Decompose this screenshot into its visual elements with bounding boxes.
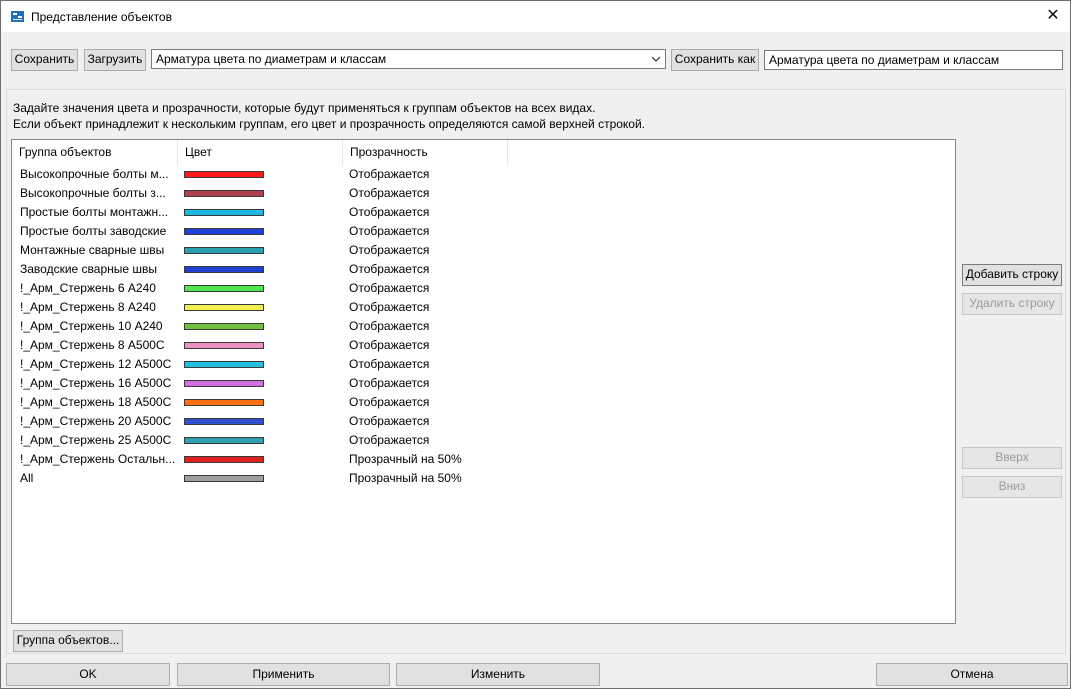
- row-group-name[interactable]: !_Арм_Стержень 18 А500С: [20, 393, 175, 412]
- row-transparency[interactable]: Отображается: [349, 374, 429, 393]
- table-row[interactable]: All Прозрачный на 50%: [12, 469, 955, 488]
- row-transparency[interactable]: Отображается: [349, 222, 429, 241]
- row-group-name[interactable]: Простые болты монтажн...: [20, 203, 175, 222]
- row-color-swatch[interactable]: [184, 418, 264, 425]
- move-up-button[interactable]: Вверх: [962, 447, 1062, 469]
- row-group-name[interactable]: Монтажные сварные швы: [20, 241, 175, 260]
- row-group-name[interactable]: Высокопрочные болты м...: [20, 165, 175, 184]
- header-color[interactable]: Цвет: [178, 140, 343, 165]
- row-color-swatch[interactable]: [184, 285, 264, 292]
- header-transparency[interactable]: Прозрачность: [343, 140, 508, 165]
- delete-row-button[interactable]: Удалить строку: [962, 293, 1062, 315]
- chevron-down-icon[interactable]: [649, 50, 663, 68]
- ok-button[interactable]: OK: [6, 663, 170, 686]
- header-group[interactable]: Группа объектов: [12, 140, 178, 165]
- table-row[interactable]: Высокопрочные болты м... Отображается: [12, 165, 955, 184]
- app-icon: [11, 11, 24, 22]
- table-header: Группа объектов Цвет Прозрачность: [12, 140, 955, 165]
- table-row[interactable]: Заводские сварные швы Отображается: [12, 260, 955, 279]
- row-group-name[interactable]: !_Арм_Стержень Остальн...: [20, 450, 175, 469]
- row-color-swatch[interactable]: [184, 209, 264, 216]
- save-button[interactable]: Сохранить: [11, 49, 78, 71]
- row-color-swatch[interactable]: [184, 304, 264, 311]
- row-color-swatch[interactable]: [184, 171, 264, 178]
- window-title: Представление объектов: [31, 10, 172, 24]
- row-group-name[interactable]: Простые болты заводские: [20, 222, 175, 241]
- row-transparency[interactable]: Отображается: [349, 203, 429, 222]
- table-row[interactable]: !_Арм_Стержень 16 А500С Отображается: [12, 374, 955, 393]
- row-group-name[interactable]: !_Арм_Стержень 10 А240: [20, 317, 175, 336]
- row-color-swatch[interactable]: [184, 380, 264, 387]
- row-group-name[interactable]: All: [20, 469, 175, 488]
- table-row[interactable]: Монтажные сварные швы Отображается: [12, 241, 955, 260]
- row-transparency[interactable]: Отображается: [349, 412, 429, 431]
- row-group-name[interactable]: !_Арм_Стержень 8 А500С: [20, 336, 175, 355]
- save-as-button[interactable]: Сохранить как: [671, 49, 759, 71]
- table-row[interactable]: !_Арм_Стержень 25 А500С Отображается: [12, 431, 955, 450]
- object-groups-table[interactable]: Группа объектов Цвет Прозрачность Высоко…: [11, 139, 956, 624]
- row-color-swatch[interactable]: [184, 399, 264, 406]
- row-transparency[interactable]: Прозрачный на 50%: [349, 469, 462, 488]
- row-transparency[interactable]: Отображается: [349, 184, 429, 203]
- row-transparency[interactable]: Отображается: [349, 393, 429, 412]
- add-row-button[interactable]: Добавить строку: [962, 264, 1062, 286]
- table-row[interactable]: !_Арм_Стержень 8 А240 Отображается: [12, 298, 955, 317]
- row-group-name[interactable]: !_Арм_Стержень 6 А240: [20, 279, 175, 298]
- row-color-swatch[interactable]: [184, 475, 264, 482]
- table-row[interactable]: !_Арм_Стержень 18 А500С Отображается: [12, 393, 955, 412]
- row-transparency[interactable]: Отображается: [349, 431, 429, 450]
- apply-button[interactable]: Применить: [177, 663, 390, 686]
- object-group-button[interactable]: Группа объектов...: [13, 630, 123, 652]
- row-color-swatch[interactable]: [184, 437, 264, 444]
- load-button[interactable]: Загрузить: [84, 49, 146, 71]
- preset-select-value: Арматура цвета по диаметрам и классам: [156, 52, 387, 66]
- dialog-window: Представление объектов ✕ Сохранить Загру…: [0, 0, 1071, 689]
- row-transparency[interactable]: Отображается: [349, 165, 429, 184]
- row-transparency[interactable]: Отображается: [349, 336, 429, 355]
- row-color-swatch[interactable]: [184, 190, 264, 197]
- table-row[interactable]: Высокопрочные болты з... Отображается: [12, 184, 955, 203]
- row-group-name[interactable]: !_Арм_Стержень 25 А500С: [20, 431, 175, 450]
- row-color-swatch[interactable]: [184, 266, 264, 273]
- table-row[interactable]: Простые болты монтажн... Отображается: [12, 203, 955, 222]
- row-group-name[interactable]: !_Арм_Стержень 16 А500С: [20, 374, 175, 393]
- cancel-button[interactable]: Отмена: [876, 663, 1068, 686]
- row-group-name[interactable]: Высокопрочные болты з...: [20, 184, 175, 203]
- row-transparency[interactable]: Отображается: [349, 279, 429, 298]
- row-color-swatch[interactable]: [184, 342, 264, 349]
- table-row[interactable]: !_Арм_Стержень Остальн... Прозрачный на 5…: [12, 450, 955, 469]
- row-transparency[interactable]: Отображается: [349, 260, 429, 279]
- row-group-name[interactable]: !_Арм_Стержень 20 А500С: [20, 412, 175, 431]
- modify-button[interactable]: Изменить: [396, 663, 600, 686]
- table-row[interactable]: !_Арм_Стержень 8 А500С Отображается: [12, 336, 955, 355]
- table-row[interactable]: !_Арм_Стержень 12 А500С Отображается: [12, 355, 955, 374]
- row-color-swatch[interactable]: [184, 228, 264, 235]
- table-row[interactable]: !_Арм_Стержень 6 А240 Отображается: [12, 279, 955, 298]
- title-bar: Представление объектов ✕: [1, 1, 1070, 32]
- row-color-swatch[interactable]: [184, 323, 264, 330]
- row-color-swatch[interactable]: [184, 361, 264, 368]
- description-line-1: Задайте значения цвета и прозрачности, к…: [13, 101, 596, 115]
- row-transparency[interactable]: Отображается: [349, 317, 429, 336]
- row-group-name[interactable]: !_Арм_Стержень 8 А240: [20, 298, 175, 317]
- table-row[interactable]: !_Арм_Стержень 10 А240 Отображается: [12, 317, 955, 336]
- row-group-name[interactable]: !_Арм_Стержень 12 А500С: [20, 355, 175, 374]
- table-row[interactable]: Простые болты заводские Отображается: [12, 222, 955, 241]
- close-icon[interactable]: ✕: [1036, 1, 1070, 32]
- description-line-2: Если объект принадлежит к нескольким гру…: [13, 117, 646, 131]
- row-transparency[interactable]: Отображается: [349, 355, 429, 374]
- save-as-name-input[interactable]: Арматура цвета по диаметрам и классам: [764, 50, 1063, 70]
- row-transparency[interactable]: Отображается: [349, 241, 429, 260]
- row-color-swatch[interactable]: [184, 456, 264, 463]
- row-color-swatch[interactable]: [184, 247, 264, 254]
- row-transparency[interactable]: Прозрачный на 50%: [349, 450, 462, 469]
- table-row[interactable]: !_Арм_Стержень 20 А500С Отображается: [12, 412, 955, 431]
- preset-select[interactable]: Арматура цвета по диаметрам и классам: [151, 49, 666, 69]
- row-group-name[interactable]: Заводские сварные швы: [20, 260, 175, 279]
- row-transparency[interactable]: Отображается: [349, 298, 429, 317]
- move-down-button[interactable]: Вниз: [962, 476, 1062, 498]
